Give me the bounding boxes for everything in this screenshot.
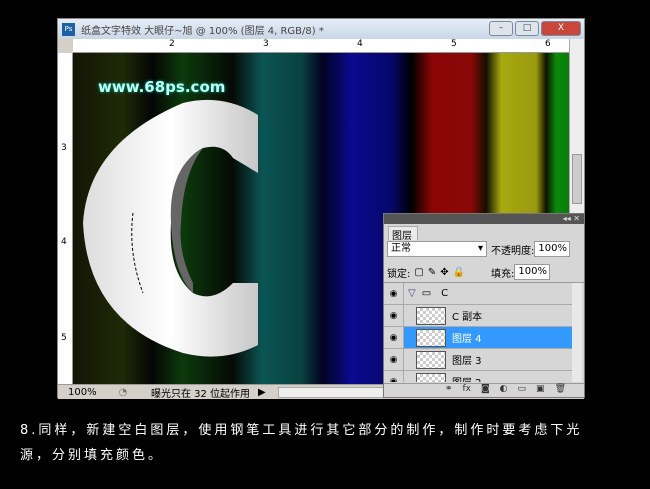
layer-name: 图层 3 (452, 356, 482, 367)
panel-collapse-icon[interactable]: ◂◂ ✕ (384, 214, 584, 224)
fx-icon[interactable]: fx (462, 384, 471, 397)
blend-mode-value: 正常 (391, 243, 411, 254)
layer-item[interactable]: ◉ 图层 3 (384, 349, 572, 371)
status-info: 曝光只在 32 位起作用 (150, 388, 251, 400)
layer-thumbnail (416, 350, 446, 369)
status-menu-arrow-icon[interactable]: ▶ (258, 387, 278, 398)
layer-name: C 副本 (452, 312, 483, 323)
status-icon: ◔ (118, 386, 128, 398)
ruler-label: 5 (61, 333, 67, 343)
ruler-label: 3 (263, 39, 269, 49)
layer-item[interactable]: ◉ 图层 2 (384, 371, 572, 382)
title-bar: Ps 纸盒文字特效 大眼仔~旭 @ 100% (图层 4, RGB/8) * –… (58, 19, 584, 39)
ruler-label: 6 (545, 39, 551, 49)
layer-thumbnail (416, 306, 446, 325)
horizontal-scrollbar[interactable] (278, 386, 384, 398)
eye-icon[interactable]: ◉ (384, 305, 404, 326)
maximize-button[interactable]: □ (515, 21, 539, 36)
opacity-label: 不透明度: (491, 245, 535, 257)
layer-thumbnail (416, 372, 446, 382)
link-icon[interactable]: ⚭ (445, 384, 453, 397)
layers-panel: ◂◂ ✕ 图层 正常 ▾ 不透明度: 100% 锁定: ▢✎✥🔒 填充: 100%… (383, 213, 585, 398)
horizontal-ruler: 2 3 4 5 6 (73, 39, 571, 53)
caption-line-1: 8.同样，新建空白图层，使用钢笔工具进行其它部分的制作，制作时要考虑下光 (20, 423, 583, 438)
new-layer-icon[interactable]: ▣ (536, 384, 545, 397)
photoshop-icon: Ps (62, 22, 75, 36)
tab-layers[interactable]: 图层 (388, 226, 418, 242)
layer-item[interactable]: ◉ C 副本 (384, 305, 572, 327)
ruler-label: 3 (61, 143, 67, 153)
mask-icon[interactable]: ◙ (481, 384, 490, 397)
layer-thumbnail (416, 328, 446, 347)
layer-item-selected[interactable]: ◉ 图层 4 (384, 327, 572, 349)
folder-icon: ▭ (421, 288, 432, 299)
layers-scrollbar[interactable] (572, 283, 582, 382)
layer-name: C (441, 288, 449, 299)
layer-name: 图层 2 (452, 374, 482, 382)
eye-icon[interactable]: ◉ (384, 371, 404, 382)
layer-name: 图层 4 (452, 334, 482, 345)
adjustment-icon[interactable]: ◐ (500, 384, 508, 397)
fill-input[interactable]: 100% (514, 264, 551, 280)
trash-icon[interactable]: 🗑 (555, 384, 566, 397)
eye-icon[interactable]: ◉ (384, 327, 404, 348)
ruler-label: 2 (169, 39, 175, 49)
layer-group-c[interactable]: ◉ ▽ ▭ C (384, 283, 572, 305)
window-title: 纸盒文字特效 大眼仔~旭 @ 100% (图层 4, RGB/8) * (81, 25, 324, 37)
eye-icon[interactable]: ◉ (384, 349, 404, 370)
vertical-ruler: 3 4 5 (58, 53, 73, 384)
eye-icon[interactable]: ◉ (384, 283, 404, 304)
lock-label: 锁定: (387, 268, 411, 280)
expand-triangle-icon[interactable]: ▽ (408, 288, 416, 299)
fill-label: 填充: (491, 268, 515, 280)
ruler-label: 4 (357, 39, 363, 49)
scroll-thumb[interactable] (572, 154, 582, 204)
opacity-input[interactable]: 100% (534, 241, 571, 257)
lock-icons[interactable]: ▢✎✥🔒 (414, 267, 469, 278)
caption-line-2: 源，分别填充颜色。 (20, 448, 165, 463)
close-button[interactable]: X (541, 21, 581, 36)
zoom-level[interactable]: 100% (58, 387, 103, 398)
blend-mode-select[interactable]: 正常 ▾ (387, 241, 487, 257)
ruler-label: 5 (451, 39, 457, 49)
folder-icon[interactable]: ▭ (518, 384, 527, 397)
ruler-label: 4 (61, 237, 67, 247)
minimize-button[interactable]: – (489, 21, 513, 36)
